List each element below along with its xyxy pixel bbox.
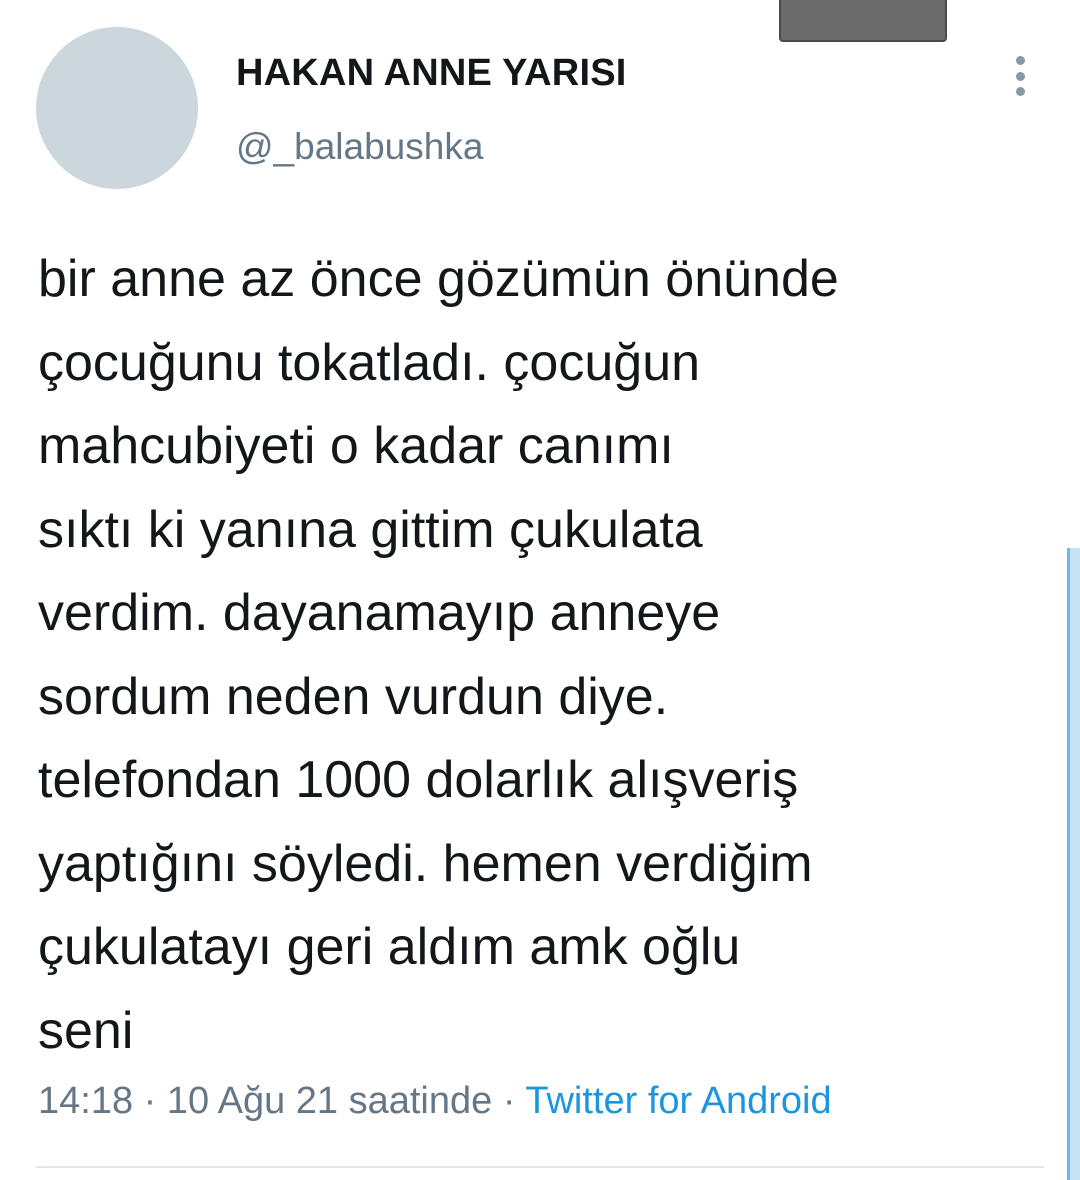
- more-vertical-icon: [1015, 56, 1025, 65]
- more-vertical-icon-dot: [1015, 87, 1025, 96]
- tweet-meta: 14:18 · 10 Ağu 21 saatinde · Twitter for…: [38, 1080, 832, 1123]
- more-vertical-icon-dot: [1015, 71, 1025, 81]
- tweet-date: 10 Ağu 21 saatinde: [166, 1080, 493, 1122]
- tweet-text: bir anne az önce gözümün önünde çocuğunu…: [38, 250, 839, 1060]
- user-handle[interactable]: @_balabushka: [236, 126, 483, 168]
- display-name[interactable]: HAKAN ANNE YARISI: [236, 52, 627, 95]
- meta-separator: ·: [143, 1080, 157, 1122]
- meta-separator: ·: [502, 1080, 516, 1122]
- tweet-source-link[interactable]: Twitter for Android: [525, 1080, 831, 1122]
- top-image-edge: [779, 0, 947, 42]
- divider: [36, 1166, 1044, 1168]
- tweet-detail-screen: HAKAN ANNE YARISI @_balabushka bir anne …: [0, 0, 1080, 1180]
- scrollbar[interactable]: [1067, 548, 1080, 1180]
- more-options-button[interactable]: [1002, 52, 1038, 100]
- tweet-time: 14:18: [38, 1080, 134, 1122]
- avatar[interactable]: [36, 27, 198, 189]
